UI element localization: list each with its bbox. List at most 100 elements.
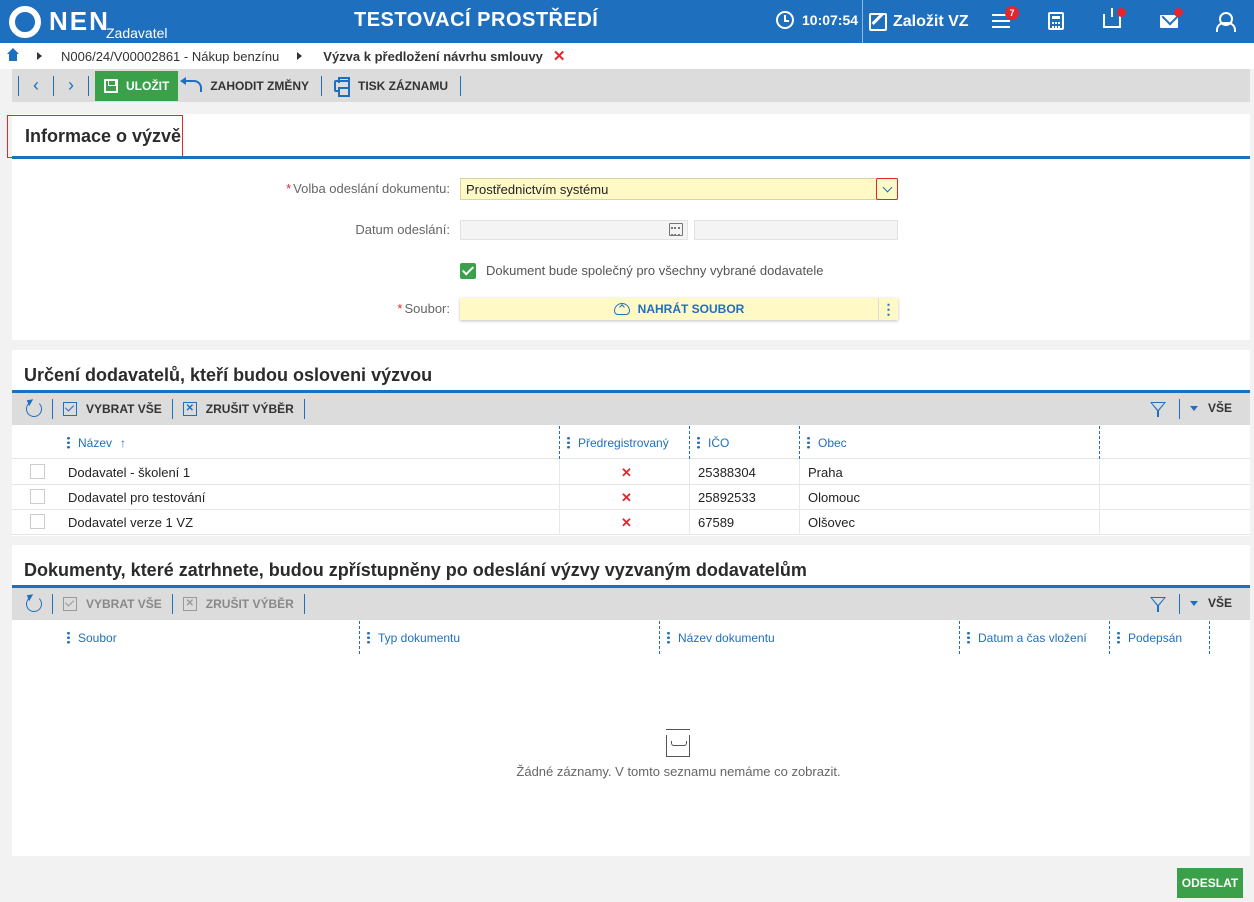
column-header-document-name[interactable]: Název dokumentu — [667, 621, 775, 654]
documents-grid-header: Soubor Typ dokumentu Název dokumentu Dat… — [12, 621, 1250, 654]
column-divider[interactable] — [1099, 426, 1100, 459]
toolbar-divider — [88, 75, 89, 96]
refresh-icon[interactable] — [26, 401, 42, 417]
inbox-button[interactable] — [1100, 8, 1126, 32]
column-menu-icon[interactable] — [67, 436, 70, 449]
view-label: VŠE — [1207, 596, 1232, 610]
toolbar-divider — [303, 594, 305, 614]
breadcrumb-item-procurement[interactable]: N006/24/V00002861 - Nákup benzínu — [61, 49, 279, 64]
suppliers-grid-toolbar: VYBRAT VŠE ✕ ZRUŠIT VÝBĚR VŠE — [12, 393, 1250, 425]
column-header-name[interactable]: Název ↑ — [67, 426, 126, 459]
refresh-icon[interactable] — [26, 596, 42, 612]
column-menu-icon[interactable] — [1117, 631, 1120, 644]
table-row[interactable]: Dodavatel verze 1 VZ ✕ 67589 Olšovec — [12, 510, 1250, 535]
environment-title: TESTOVACÍ PROSTŘEDÍ — [354, 9, 599, 31]
clear-selection-button[interactable]: ✕ ZRUŠIT VÝBĚR — [179, 402, 298, 416]
cell-divider — [1099, 510, 1100, 535]
not-preregistered-icon: ✕ — [621, 490, 632, 505]
select-all-button[interactable]: VYBRAT VŠE — [59, 597, 166, 611]
column-divider[interactable] — [359, 621, 360, 654]
save-button[interactable]: ULOŽIT — [95, 70, 179, 101]
cell-divider — [559, 485, 560, 510]
chevron-down-icon — [882, 182, 892, 192]
create-vz-button[interactable]: Založit VZ — [862, 0, 975, 43]
column-menu-icon[interactable] — [967, 631, 970, 644]
column-header-signed[interactable]: Podepsán — [1117, 621, 1182, 654]
next-record-button[interactable]: › — [58, 73, 84, 99]
menu-button[interactable]: 7 — [989, 6, 1019, 32]
column-divider[interactable] — [1109, 621, 1110, 654]
supplier-city: Praha — [808, 465, 843, 480]
column-menu-icon[interactable] — [567, 436, 570, 449]
cell-divider — [559, 510, 560, 535]
previous-record-button[interactable]: ‹ — [23, 73, 49, 99]
shared-document-checkbox[interactable] — [460, 263, 476, 279]
row-checkbox[interactable] — [30, 464, 45, 479]
column-header-ico[interactable]: IČO — [697, 426, 729, 459]
clock-time: 10:07:54 — [802, 12, 859, 28]
column-divider[interactable] — [959, 621, 960, 654]
column-header-city[interactable]: Obec — [807, 426, 847, 459]
discard-changes-button[interactable]: ZAHODIT ZMĚNY — [178, 71, 317, 101]
suppliers-grid-header: Název ↑ Předregistrovaný IČO Obec — [12, 426, 1250, 459]
column-divider[interactable] — [1209, 621, 1210, 654]
send-button[interactable]: ODESLAT — [1177, 868, 1243, 898]
close-icon[interactable]: ✕ — [553, 47, 566, 65]
dropdown-toggle[interactable] — [876, 178, 898, 200]
calculator-button[interactable] — [1044, 10, 1068, 32]
cell-divider — [559, 460, 560, 485]
clear-selection-button[interactable]: ✕ ZRUŠIT VÝBĚR — [179, 597, 298, 611]
caret-down-icon — [1189, 405, 1198, 411]
column-header-preregistered[interactable]: Předregistrovaný — [567, 426, 669, 459]
column-menu-icon[interactable] — [367, 631, 370, 644]
session-clock: 10:07:54 — [776, 11, 858, 29]
print-record-button[interactable]: TISK ZÁZNAMU — [326, 71, 456, 101]
column-divider[interactable] — [559, 426, 560, 459]
select-all-button[interactable]: VYBRAT VŠE — [59, 402, 166, 416]
row-checkbox[interactable] — [30, 489, 45, 504]
supplier-name: Dodavatel verze 1 VZ — [68, 515, 194, 530]
toolbar-divider — [1179, 594, 1180, 614]
select-all-icon — [63, 597, 77, 611]
cell-divider — [689, 510, 690, 535]
column-divider[interactable] — [689, 426, 690, 459]
column-menu-icon[interactable] — [667, 631, 670, 644]
clear-selection-label: ZRUŠIT VÝBĚR — [205, 597, 294, 611]
mail-button[interactable] — [1157, 8, 1183, 32]
view-selector[interactable]: VŠE — [1189, 401, 1232, 415]
suppliers-panel: Určení dodavatelů, kteří budou osloveni … — [12, 350, 1250, 536]
column-menu-icon[interactable] — [67, 631, 70, 644]
toolbar-divider — [52, 399, 53, 419]
mail-icon — [1160, 14, 1178, 28]
table-row[interactable]: Dodavatel pro testování ✕ 25892533 Olomo… — [12, 485, 1250, 510]
row-checkbox[interactable] — [30, 514, 45, 529]
column-header-inserted-at[interactable]: Datum a čas vložení — [967, 621, 1087, 654]
info-section-title: Informace o výzvě — [25, 126, 182, 146]
cell-divider — [799, 460, 800, 485]
home-icon[interactable] — [7, 48, 19, 62]
column-divider[interactable] — [799, 426, 800, 459]
view-selector[interactable]: VŠE — [1189, 596, 1232, 610]
breadcrumb-arrow-icon — [37, 52, 42, 60]
send-option-select[interactable]: Prostřednictvím systému — [460, 178, 898, 200]
more-options-icon[interactable]: ⋮ — [878, 298, 898, 320]
column-header-file[interactable]: Soubor — [67, 621, 117, 654]
logo-text[interactable]: NEN — [49, 6, 110, 37]
file-label: * Soubor: — [397, 301, 450, 316]
cell-divider — [1099, 460, 1100, 485]
table-row[interactable]: Dodavatel - školení 1 ✕ 25388304 Praha — [12, 460, 1250, 485]
supplier-name: Dodavatel - školení 1 — [68, 465, 191, 480]
nen-logo-icon[interactable] — [9, 6, 41, 38]
column-menu-icon[interactable] — [697, 436, 700, 449]
column-menu-icon[interactable] — [807, 436, 810, 449]
cell-divider — [689, 460, 690, 485]
discard-label: ZAHODIT ZMĚNY — [210, 78, 309, 93]
upload-file-button[interactable]: NAHRÁT SOUBOR ⋮ — [460, 298, 898, 320]
top-bar: NEN Zadavatel TESTOVACÍ PROSTŘEDÍ 10:07:… — [0, 0, 1254, 43]
not-preregistered-icon: ✕ — [621, 515, 632, 530]
column-divider[interactable] — [659, 621, 660, 654]
select-all-icon — [63, 402, 77, 416]
send-date-label: Datum odeslání: — [355, 222, 450, 237]
user-button[interactable] — [1212, 10, 1236, 32]
column-header-document-type[interactable]: Typ dokumentu — [367, 621, 460, 654]
